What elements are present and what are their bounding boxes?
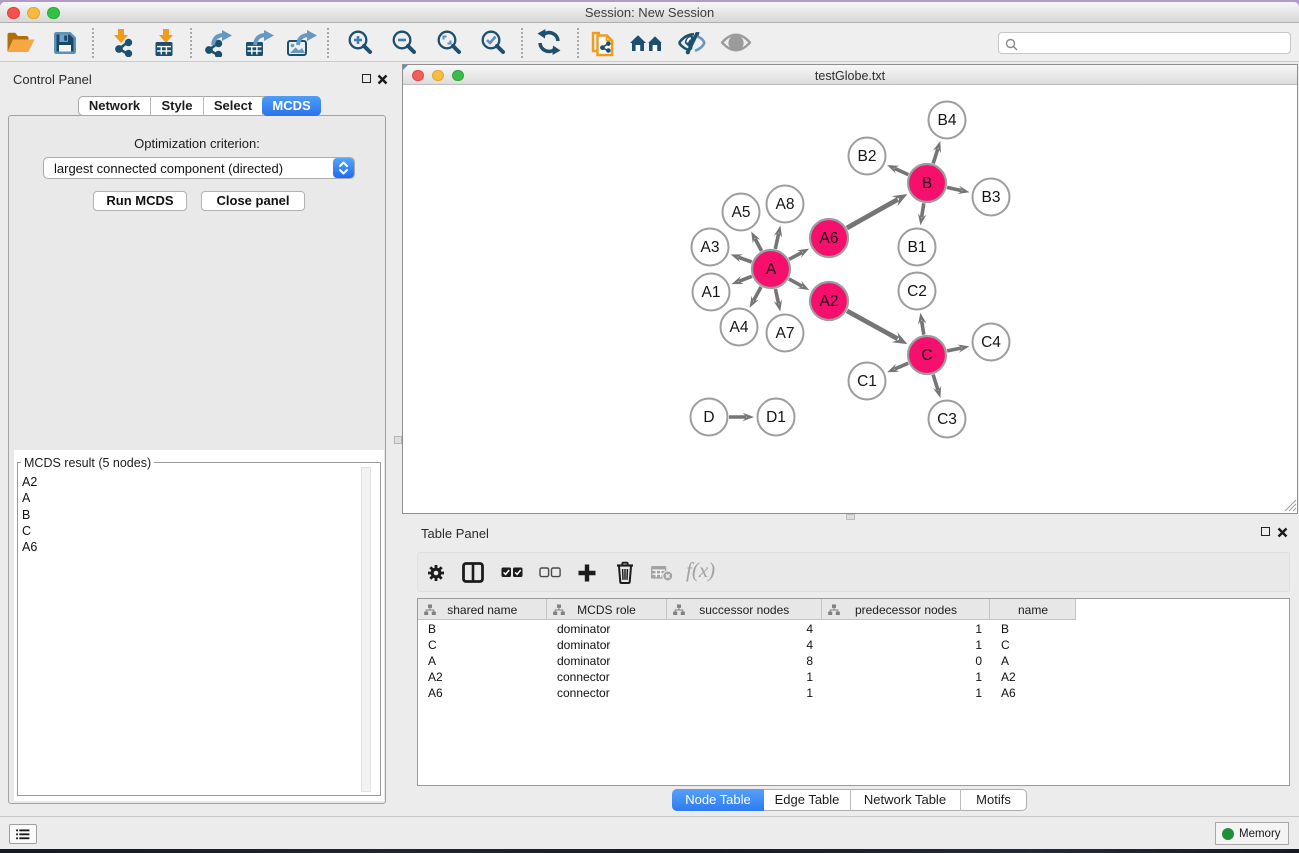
- svg-text:B: B: [922, 175, 932, 192]
- svg-text:B3: B3: [982, 189, 1001, 206]
- svg-text:B4: B4: [938, 112, 957, 129]
- svg-text:C1: C1: [857, 373, 877, 390]
- svg-text:D1: D1: [766, 409, 786, 426]
- svg-text:A2: A2: [820, 293, 839, 310]
- svg-text:B2: B2: [858, 148, 877, 165]
- svg-text:C3: C3: [937, 411, 957, 428]
- svg-text:A1: A1: [702, 284, 721, 301]
- svg-text:A6: A6: [820, 230, 839, 247]
- svg-text:A5: A5: [732, 204, 751, 221]
- svg-text:A3: A3: [701, 239, 720, 256]
- svg-text:A7: A7: [776, 325, 795, 342]
- svg-text:B1: B1: [908, 239, 927, 256]
- svg-text:A: A: [766, 261, 777, 278]
- svg-text:A4: A4: [730, 319, 749, 336]
- svg-text:C: C: [921, 347, 932, 364]
- svg-text:C4: C4: [981, 334, 1001, 351]
- svg-text:C2: C2: [907, 283, 927, 300]
- svg-text:D: D: [703, 409, 714, 426]
- svg-text:A8: A8: [776, 196, 795, 213]
